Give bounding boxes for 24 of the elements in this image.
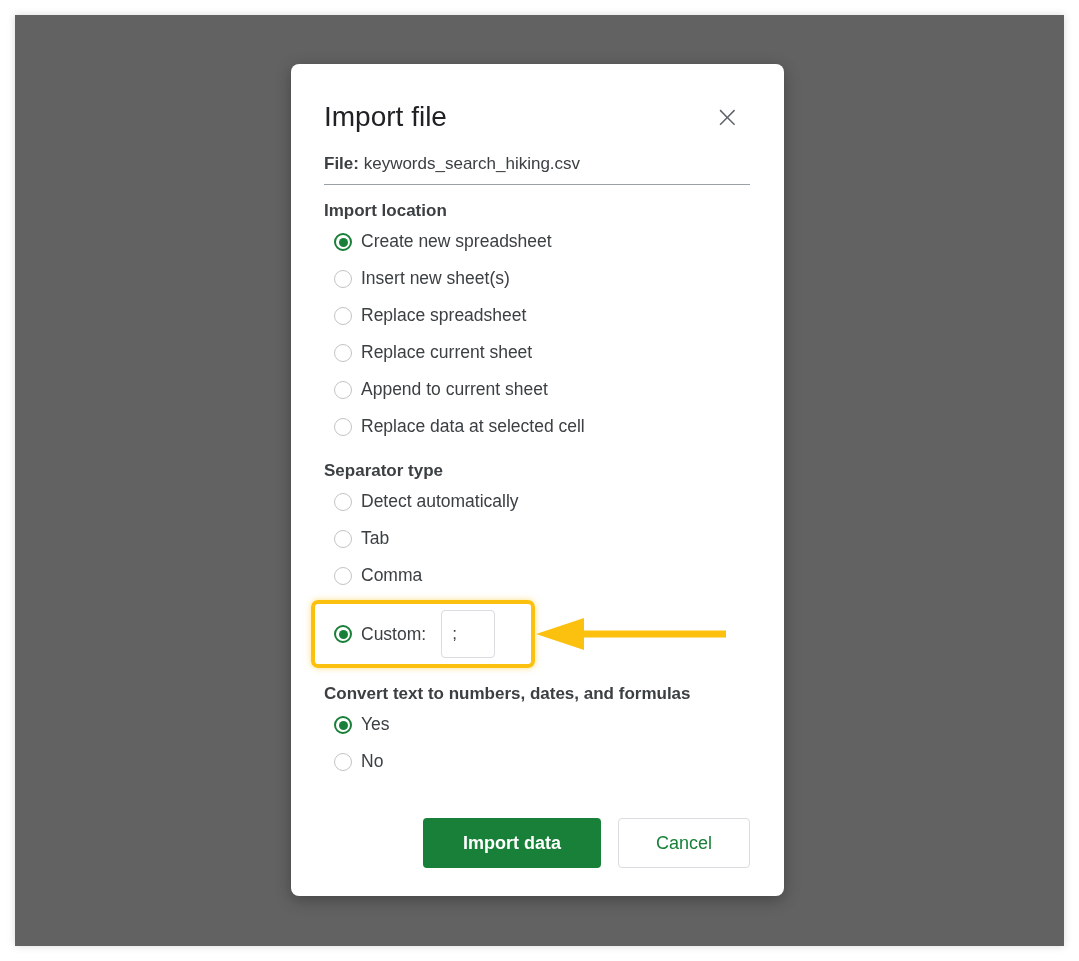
option-label: Custom: xyxy=(361,623,427,645)
radio-button[interactable] xyxy=(334,232,352,251)
cancel-button[interactable]: Cancel xyxy=(618,818,750,868)
option-label: Insert new sheet(s) xyxy=(361,268,510,289)
option-label: Comma xyxy=(361,565,423,586)
file-name: File: keywords_search_hiking.csv xyxy=(324,154,750,185)
separator-input[interactable]: ; xyxy=(441,610,496,658)
option-label: Append to current sheet xyxy=(361,379,548,400)
radio-button[interactable] xyxy=(334,625,352,643)
section-heading: Convert text to numbers, dates, and formulas xyxy=(324,684,692,704)
option-label: Tab xyxy=(361,528,390,549)
import-button[interactable]: Import data xyxy=(423,818,601,868)
section-heading: Separator type xyxy=(324,461,445,481)
radio-button[interactable] xyxy=(334,715,352,734)
option-label: Yes xyxy=(361,714,390,735)
option-label: Replace data at selected cell xyxy=(361,416,585,437)
option-label: Detect automatically xyxy=(361,491,519,512)
option-label: Replace current sheet xyxy=(361,342,533,363)
section-heading: Import location xyxy=(324,201,448,221)
option-label: Replace spreadsheet xyxy=(361,305,527,326)
option-label: Create new spreadsheet xyxy=(361,231,552,252)
close-button[interactable]: × xyxy=(704,102,750,132)
option-label: No xyxy=(361,751,384,772)
dialog-title: Import file xyxy=(324,101,447,133)
